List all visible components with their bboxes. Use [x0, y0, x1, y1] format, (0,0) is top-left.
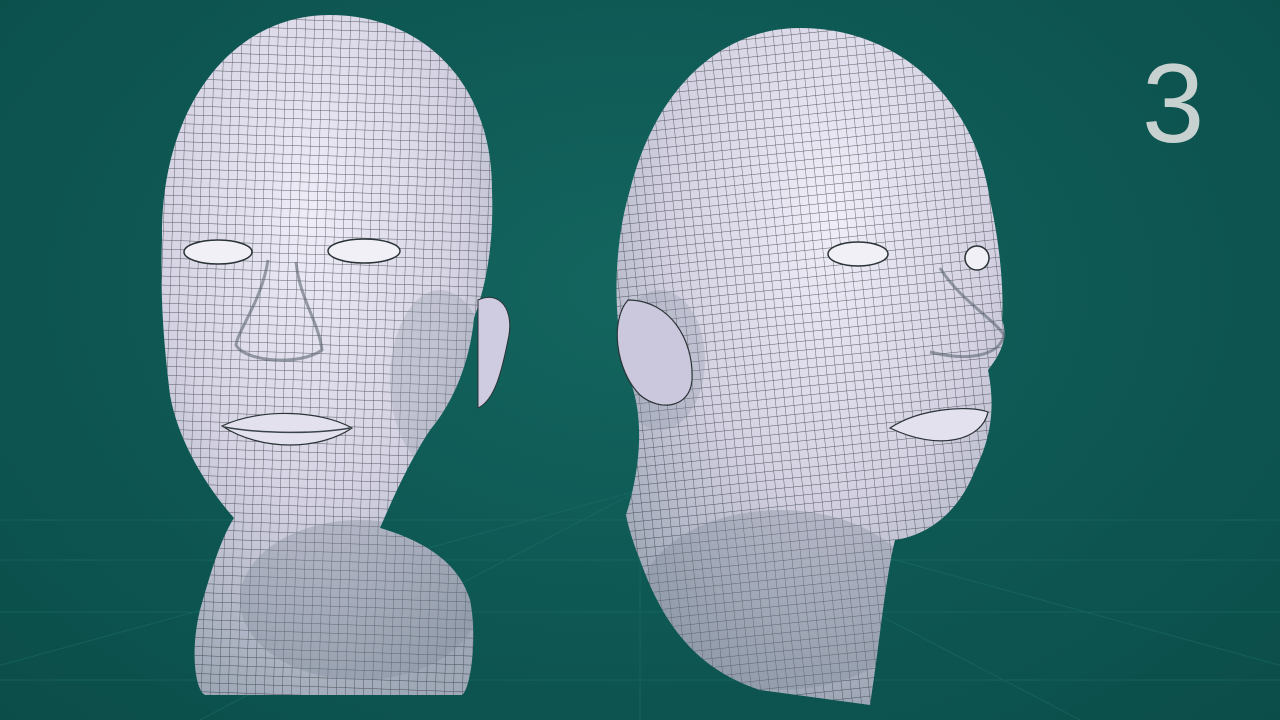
three-quarter-view-head	[616, 28, 1006, 705]
viewport: 3	[0, 0, 1280, 720]
slide-number: 3	[1142, 41, 1205, 166]
